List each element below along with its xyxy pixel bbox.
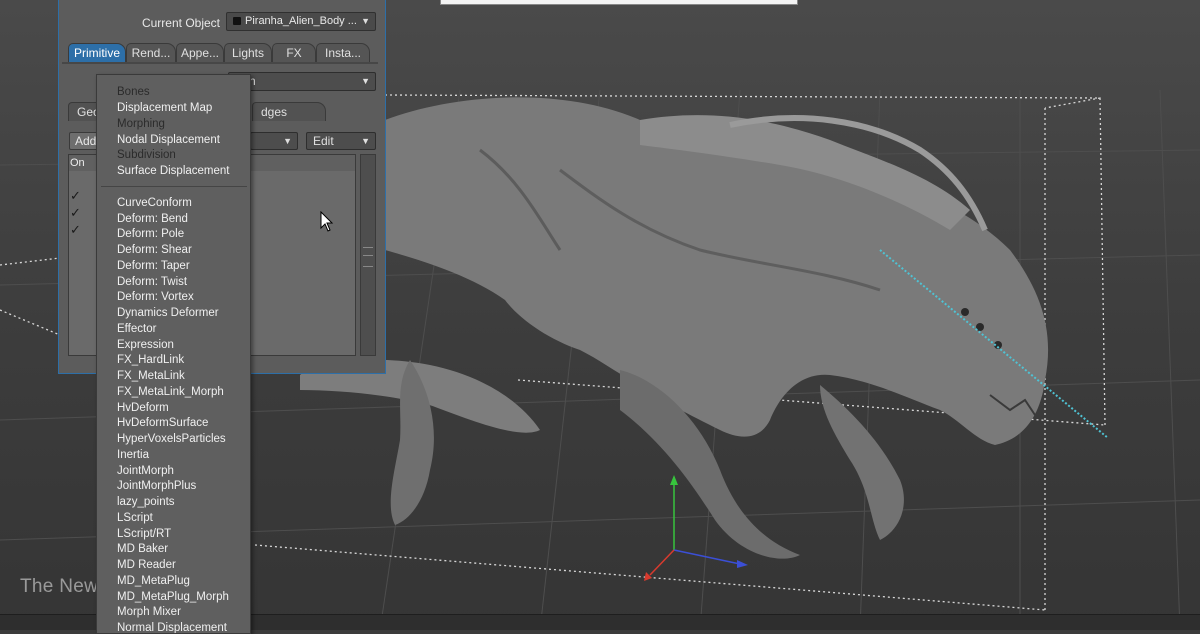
- menu-item[interactable]: Deform: Bend: [117, 212, 188, 226]
- menu-item[interactable]: MD_MetaPlug_Morph: [117, 590, 229, 604]
- chevron-down-icon: ▼: [361, 136, 370, 146]
- tab-primitive[interactable]: Primitive: [68, 43, 126, 62]
- top-toolbar-stub: [440, 0, 798, 5]
- menu-item[interactable]: CurveConform: [117, 196, 192, 210]
- edit-label: Edit: [313, 134, 334, 148]
- menu-item[interactable]: LScript/RT: [117, 527, 171, 541]
- menu-item[interactable]: FX_MetaLink_Morph: [117, 385, 224, 399]
- menu-item-displacement-map[interactable]: Displacement Map: [117, 101, 212, 115]
- menu-item-nodal-displacement[interactable]: Nodal Displacement: [117, 133, 220, 147]
- menu-item[interactable]: MD Baker: [117, 542, 168, 556]
- menu-item[interactable]: FX_MetaLink: [117, 369, 185, 383]
- edit-dropdown[interactable]: Edit ▼: [306, 132, 376, 150]
- menu-item[interactable]: Morph Mixer: [117, 605, 181, 619]
- menu-item-bones[interactable]: Bones: [117, 85, 150, 99]
- menu-item[interactable]: LScript: [117, 511, 153, 525]
- menu-item[interactable]: Deform: Taper: [117, 259, 190, 273]
- menu-item-morphing[interactable]: Morphing: [117, 117, 165, 131]
- tab-lights[interactable]: Lights: [224, 43, 272, 62]
- menu-item[interactable]: Inertia: [117, 448, 149, 462]
- menu-item[interactable]: Normal Displacement: [117, 621, 227, 633]
- menu-item[interactable]: HvDeformSurface: [117, 416, 208, 430]
- menu-item[interactable]: JointMorph: [117, 464, 174, 478]
- menu-item[interactable]: lazy_points: [117, 495, 175, 509]
- menu-item[interactable]: Deform: Pole: [117, 227, 184, 241]
- add-modifier-menu: Bones Displacement Map Morphing Nodal Di…: [96, 74, 251, 634]
- tabs-divider: [62, 62, 378, 64]
- current-object-label: Current Object: [141, 16, 220, 30]
- tab-render[interactable]: Rend...: [126, 43, 176, 62]
- menu-item[interactable]: Expression: [117, 338, 174, 352]
- chevron-down-icon: ▼: [283, 136, 292, 146]
- menu-item[interactable]: Deform: Vortex: [117, 290, 194, 304]
- list-scrollbar[interactable]: [360, 154, 376, 356]
- cursor-icon: [320, 211, 334, 232]
- tab-appearance[interactable]: Appe...: [176, 43, 224, 62]
- current-object-select[interactable]: Piranha_Alien_Body ... ▼: [226, 12, 376, 31]
- menu-item[interactable]: FX_HardLink: [117, 353, 184, 367]
- menu-item[interactable]: Effector: [117, 322, 156, 336]
- menu-item[interactable]: Deform: Shear: [117, 243, 192, 257]
- menu-item[interactable]: HyperVoxelsParticles: [117, 432, 226, 446]
- chevron-down-icon: ▼: [361, 16, 370, 26]
- tab-instance[interactable]: Insta...: [316, 43, 370, 62]
- menu-item-surface-displacement[interactable]: Surface Displacement: [117, 164, 230, 178]
- current-object-value: Piranha_Alien_Body ...: [245, 15, 357, 27]
- object-icon: [233, 17, 241, 25]
- subtab-edges[interactable]: dges: [252, 102, 326, 121]
- menu-item[interactable]: HvDeform: [117, 401, 169, 415]
- chevron-down-icon: ▼: [361, 76, 370, 86]
- modifier-filter-dropdown[interactable]: ▼: [250, 132, 298, 150]
- menu-separator: [101, 186, 247, 187]
- checkmark-icon[interactable]: ✓: [70, 205, 81, 221]
- menu-item[interactable]: Dynamics Deformer: [117, 306, 219, 320]
- menu-item[interactable]: MD Reader: [117, 558, 176, 572]
- menu-item-subdivision[interactable]: Subdivision: [117, 148, 176, 162]
- checkmark-icon[interactable]: ✓: [70, 188, 81, 204]
- menu-item[interactable]: MD_MetaPlug: [117, 574, 190, 588]
- menu-item[interactable]: JointMorphPlus: [117, 479, 196, 493]
- scroll-grip-icon[interactable]: [363, 247, 373, 267]
- add-modifier-button[interactable]: Add: [69, 132, 99, 150]
- menu-item[interactable]: Deform: Twist: [117, 275, 187, 289]
- checkmark-icon[interactable]: ✓: [70, 222, 81, 238]
- tab-fx[interactable]: FX: [272, 43, 316, 62]
